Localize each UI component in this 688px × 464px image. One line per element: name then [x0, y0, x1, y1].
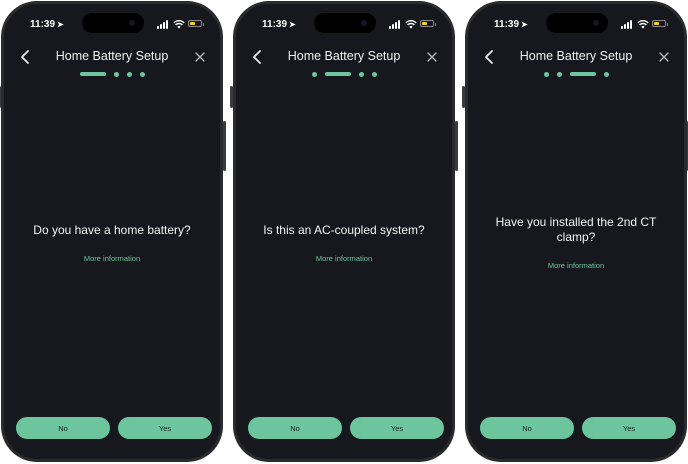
close-icon[interactable]	[425, 50, 439, 64]
nav-header: Home Battery Setup	[468, 46, 684, 68]
status-bar: 11:39 ➤	[4, 4, 220, 44]
status-bar: 11:39 ➤	[468, 4, 684, 44]
page-title: Home Battery Setup	[287, 49, 401, 63]
dynamic-island	[314, 13, 376, 33]
app-screen: 11:39 ➤ Home Battery Setup Do you have a …	[4, 4, 220, 459]
battery-icon	[188, 20, 204, 27]
no-button[interactable]: No	[248, 417, 342, 439]
phone-screen-3: 11:39 ➤ Home Battery Setup Have you insta…	[462, 1, 688, 462]
no-button[interactable]: No	[16, 417, 110, 439]
step-dot	[603, 71, 609, 77]
step-dot	[543, 71, 549, 77]
page-title: Home Battery Setup	[519, 49, 633, 63]
step-dot	[126, 71, 132, 77]
page-title: Home Battery Setup	[55, 49, 169, 63]
question-text: Have you installed the 2nd CT clamp?	[495, 215, 657, 244]
location-arrow-icon: ➤	[57, 20, 64, 29]
step-dot	[358, 71, 364, 77]
location-arrow-icon: ➤	[289, 20, 296, 29]
cellular-signal-icon	[157, 20, 170, 29]
location-arrow-icon: ➤	[521, 20, 528, 29]
step-dot	[139, 71, 145, 77]
status-bar: 11:39 ➤	[236, 4, 452, 44]
yes-button[interactable]: Yes	[582, 417, 676, 439]
more-information-link[interactable]: More information	[4, 254, 220, 263]
nav-header: Home Battery Setup	[236, 46, 452, 68]
nav-header: Home Battery Setup	[4, 46, 220, 68]
step-dot	[311, 71, 317, 77]
status-time: 11:39 ➤	[30, 19, 64, 30]
app-screen: 11:39 ➤ Home Battery Setup Have you insta…	[468, 4, 684, 459]
step-indicator	[468, 71, 684, 77]
wifi-icon	[173, 20, 185, 29]
phone-screen-2: 11:39 ➤ Home Battery Setup Is this an AC-…	[230, 1, 458, 462]
step-dot	[113, 71, 119, 77]
battery-icon	[420, 20, 436, 27]
yes-button[interactable]: Yes	[350, 417, 444, 439]
step-dot-active	[569, 72, 596, 76]
dynamic-island	[546, 13, 608, 33]
question-text: Is this an AC-coupled system?	[263, 223, 425, 237]
question-text: Do you have a home battery?	[33, 223, 191, 237]
step-indicator	[236, 71, 452, 77]
app-screen: 11:39 ➤ Home Battery Setup Is this an AC-…	[236, 4, 452, 459]
wifi-icon	[637, 20, 649, 29]
battery-icon	[652, 20, 668, 27]
status-time: 11:39 ➤	[262, 19, 296, 30]
dynamic-island	[82, 13, 144, 33]
cellular-signal-icon	[621, 20, 634, 29]
step-dot-active	[324, 72, 351, 76]
close-icon[interactable]	[193, 50, 207, 64]
no-button[interactable]: No	[480, 417, 574, 439]
step-dot	[556, 71, 562, 77]
phone-screen-1: 11:39 ➤ Home Battery Setup Do you have a …	[0, 1, 226, 462]
more-information-link[interactable]: More information	[468, 261, 684, 270]
step-dot	[371, 71, 377, 77]
step-dot-active	[79, 72, 106, 76]
step-indicator	[4, 71, 220, 77]
cellular-signal-icon	[389, 20, 402, 29]
close-icon[interactable]	[657, 50, 671, 64]
yes-button[interactable]: Yes	[118, 417, 212, 439]
more-information-link[interactable]: More information	[236, 254, 452, 263]
wifi-icon	[405, 20, 417, 29]
status-time: 11:39 ➤	[494, 19, 528, 30]
